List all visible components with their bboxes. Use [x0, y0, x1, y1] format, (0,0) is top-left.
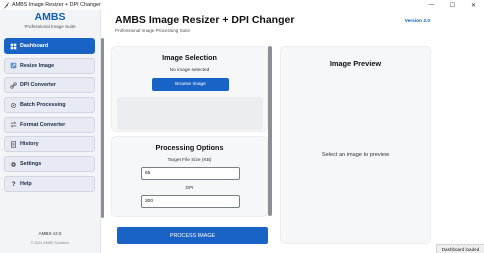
sidebar: AMBS Professional Image Suite Dashboard … — [0, 10, 101, 253]
brand-tagline: Professional Image Suite — [24, 24, 76, 29]
target-size-label: Target File Size (KB) — [167, 158, 212, 163]
minimize-button[interactable]: — — [421, 0, 442, 10]
window-title: AMBS Image Resizer + DPI Changer — [12, 2, 101, 8]
version-label: Version 2.0 — [404, 19, 430, 24]
window-controls: — ☐ ✕ — [421, 0, 484, 10]
resize-icon — [10, 62, 17, 69]
window-titlebar: AMBS Image Resizer + DPI Changer — ☐ ✕ — [0, 0, 484, 10]
processing-options-card: Processing Options Target File Size (KB)… — [111, 136, 268, 217]
sidebar-item-label: Batch Processing — [20, 102, 66, 109]
gear-icon — [10, 102, 17, 109]
image-preview-card: Image Preview Select an image to preview — [280, 46, 431, 244]
help-icon: ? — [10, 180, 17, 187]
page-title: AMBS Image Resizer + DPI Changer — [115, 14, 295, 26]
image-preview-title: Image Preview — [329, 59, 382, 68]
sidebar-item-label: Help — [20, 180, 32, 187]
sidebar-item-label: DPI Converter — [20, 82, 56, 89]
sidebar-copyright: © 2024 AMBS Solutions — [30, 241, 70, 245]
settings-icon — [10, 161, 17, 168]
image-drop-area[interactable] — [117, 97, 263, 130]
sidebar-item-settings[interactable]: Settings — [4, 156, 95, 173]
sidebar-item-label: Dashboard — [20, 43, 49, 49]
sidebar-item-history[interactable]: History — [4, 136, 95, 153]
sidebar-version: AMBS v2.0 — [38, 231, 62, 236]
sidebar-item-label: Format Converter — [20, 121, 66, 128]
sidebar-item-dashboard[interactable]: Dashboard — [4, 38, 95, 54]
close-button[interactable]: ✕ — [463, 0, 484, 10]
svg-text:?: ? — [12, 181, 16, 187]
sidebar-item-help[interactable]: ? Help — [4, 175, 95, 192]
feather-app-icon — [2, 1, 10, 9]
processing-options-title: Processing Options — [155, 143, 224, 152]
image-selection-card: Image Selection No image selected Browse… — [111, 46, 268, 132]
link-icon — [10, 82, 17, 89]
sidebar-item-batch-processing[interactable]: Batch Processing — [4, 97, 95, 114]
convert-icon — [10, 121, 17, 128]
grid-icon — [10, 43, 17, 50]
target-size-input[interactable] — [141, 167, 240, 180]
sidebar-item-label: Resize Image — [20, 62, 55, 69]
browse-image-button[interactable]: Browse Image — [152, 78, 229, 91]
maximize-button[interactable]: ☐ — [442, 0, 463, 10]
sidebar-item-resize-image[interactable]: Resize Image — [4, 57, 95, 74]
brand-name: AMBS — [34, 11, 66, 23]
status-bar: Dashboard loaded — [436, 244, 484, 253]
process-image-button[interactable]: PROCESS IMAGE — [117, 227, 268, 244]
dpi-input[interactable] — [141, 195, 240, 208]
sidebar-item-format-converter[interactable]: Format Converter — [4, 116, 95, 133]
sidebar-nav: Dashboard Resize Image DPI Converter Bat… — [4, 38, 95, 196]
sidebar-item-label: Settings — [20, 161, 42, 168]
page-subtitle: Professional Image Processing Suite — [115, 28, 191, 33]
brand: AMBS Professional Image Suite — [0, 11, 100, 30]
dpi-label: DPI — [185, 186, 194, 191]
image-preview-placeholder: Select an image to preview — [321, 152, 390, 158]
image-selection-title: Image Selection — [162, 53, 217, 62]
sidebar-scrollbar[interactable] — [101, 38, 104, 218]
options-scrollbar[interactable] — [268, 46, 272, 216]
sidebar-item-dpi-converter[interactable]: DPI Converter — [4, 77, 95, 94]
history-icon — [10, 141, 17, 148]
page-header: AMBS Image Resizer + DPI Changer Profess… — [105, 10, 436, 40]
image-selection-status: No image selected — [169, 68, 210, 73]
sidebar-item-label: History — [20, 141, 39, 148]
